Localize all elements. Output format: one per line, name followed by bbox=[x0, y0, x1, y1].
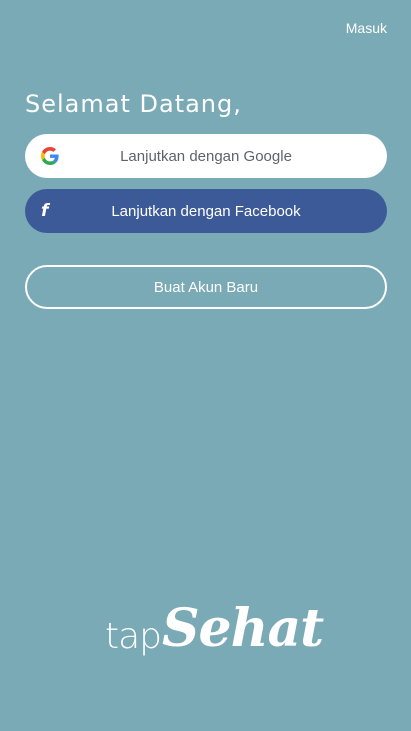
welcome-screen: Masuk Selamat Datang, Lanjutkan dengan G… bbox=[0, 0, 411, 731]
facebook-login-button[interactable]: f Lanjutkan dengan Facebook bbox=[25, 189, 387, 233]
google-g-icon bbox=[41, 147, 59, 165]
google-login-button[interactable]: Lanjutkan dengan Google bbox=[25, 134, 387, 178]
facebook-login-label: Lanjutkan dengan Facebook bbox=[111, 202, 301, 220]
logo-sehat-text: Sehat bbox=[162, 598, 324, 659]
facebook-f-icon: f bbox=[41, 201, 49, 221]
create-account-label: Buat Akun Baru bbox=[153, 278, 259, 296]
tapsehat-logo: tap Sehat bbox=[100, 598, 324, 666]
welcome-title: Selamat Datang, bbox=[25, 90, 242, 119]
logo-tap-text: tap bbox=[105, 616, 162, 657]
create-account-button[interactable]: Buat Akun Baru bbox=[25, 265, 387, 309]
google-login-label: Lanjutkan dengan Google bbox=[120, 147, 292, 165]
login-link[interactable]: Masuk bbox=[346, 20, 387, 36]
